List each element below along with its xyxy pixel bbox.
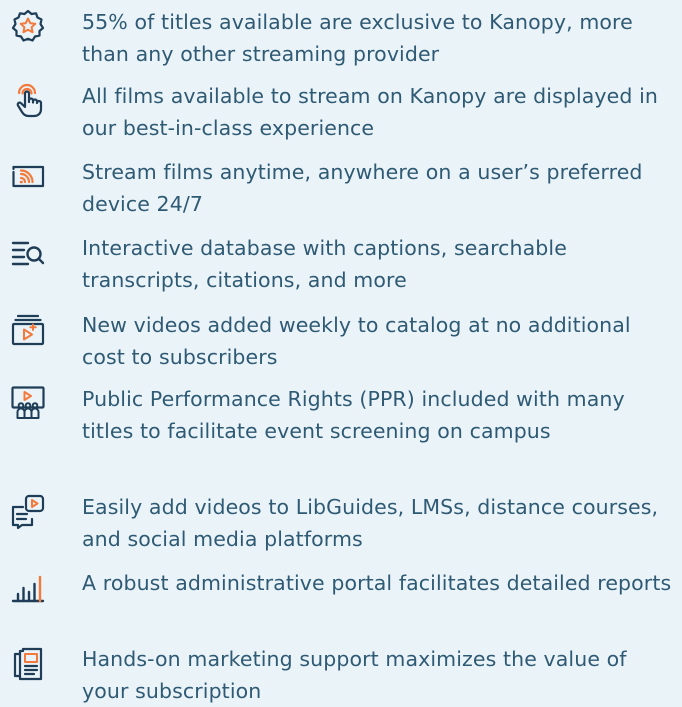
feature-text: A robust administrative portal facilitat… <box>82 571 672 595</box>
star-badge-icon <box>10 8 46 44</box>
feature-text: New videos added weekly to catalog at no… <box>82 313 631 369</box>
feature-list: 55% of titles available are exclusive to… <box>0 0 682 704</box>
search-list-icon <box>10 234 46 270</box>
feature-text: Stream films anytime, anywhere on a user… <box>82 160 643 216</box>
feature-text: All films available to stream on Kanopy … <box>82 84 658 140</box>
feature-text: Interactive database with captions, sear… <box>82 236 567 292</box>
marketing-docs-icon <box>10 645 46 681</box>
bar-chart-icon <box>10 569 46 605</box>
feature-text: 55% of titles available are exclusive to… <box>82 10 633 66</box>
feature-text: Easily add videos to LibGuides, LMSs, di… <box>82 495 659 551</box>
embed-video-icon <box>10 493 46 529</box>
feature-text: Hands-on marketing support maximizes the… <box>82 647 627 703</box>
feature-text: Public Performance Rights (PPR) included… <box>82 387 625 443</box>
add-video-icon <box>10 311 46 347</box>
audience-screen-icon <box>10 385 46 421</box>
touch-hand-icon <box>10 82 46 118</box>
wifi-screen-icon <box>10 158 46 194</box>
